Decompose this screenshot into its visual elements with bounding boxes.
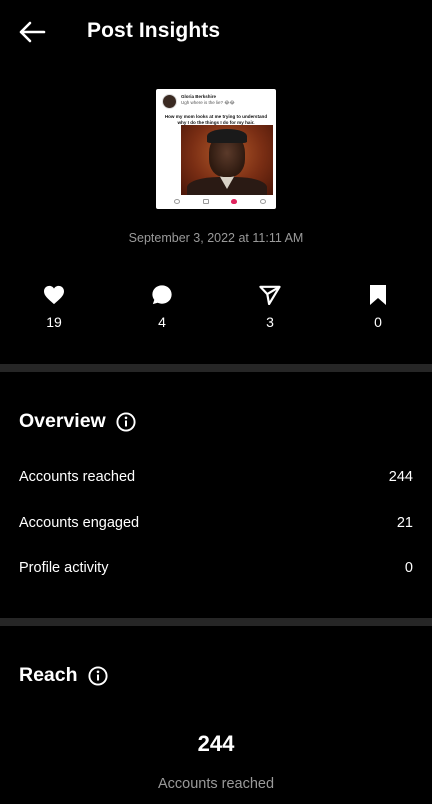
overview-row-accounts-reached[interactable]: Accounts reached 244: [19, 466, 413, 488]
info-icon[interactable]: [116, 411, 136, 432]
section-divider: [0, 364, 432, 372]
post-insights-screen: Post Insights Gloria Berkshire Ugh where…: [0, 0, 432, 804]
avatar: [162, 94, 177, 109]
like-icon: [231, 198, 238, 204]
tweet-subtext: Ugh where is the lie? 😂😂: [181, 100, 235, 105]
arrow-left-icon: [19, 21, 46, 43]
row-value: 21: [396, 515, 413, 531]
tweet-header: Gloria Berkshire Ugh where is the lie? 😂…: [160, 92, 273, 110]
overview-section-title: Overview: [19, 410, 136, 433]
tweet-photo: [181, 125, 273, 195]
reach-label: Accounts reached: [157, 776, 275, 792]
tweet-author-name: Gloria Berkshire: [181, 94, 217, 99]
reach-value: 244: [197, 731, 235, 756]
post-thumbnail[interactable]: Gloria Berkshire Ugh where is the lie? 😂…: [156, 89, 276, 209]
bookmark-icon: [370, 285, 386, 305]
row-label: Accounts reached: [19, 469, 136, 485]
stat-shares: 3: [240, 282, 300, 330]
tweet-actions: [174, 197, 266, 205]
row-label: Profile activity: [19, 560, 109, 576]
reach-section-title: Reach: [19, 664, 108, 687]
comments-count: 4: [158, 314, 166, 330]
back-button[interactable]: [14, 16, 50, 48]
page-title: Post Insights: [87, 19, 221, 42]
comment-icon: [152, 285, 172, 305]
top-bar: Post Insights: [0, 0, 432, 64]
stat-saves: 0: [348, 282, 408, 330]
overview-title: Overview: [19, 410, 106, 432]
likes-count: 19: [46, 314, 62, 330]
row-label: Accounts engaged: [19, 515, 140, 531]
overview-row-profile-activity[interactable]: Profile activity 0: [19, 557, 413, 579]
heart-icon: [44, 285, 64, 305]
saves-count: 0: [374, 314, 382, 330]
overview-row-accounts-engaged[interactable]: Accounts engaged 21: [19, 512, 413, 534]
share-icon: [259, 198, 266, 204]
reach-title: Reach: [19, 664, 78, 686]
post-date: September 3, 2022 at 11:11 AM: [128, 231, 304, 245]
post-stats: 19 4 3 0: [0, 282, 432, 332]
share-icon: [259, 285, 281, 305]
info-icon[interactable]: [87, 665, 108, 686]
reply-icon: [174, 198, 180, 204]
stat-likes: 19: [24, 282, 84, 330]
stat-comments: 4: [132, 282, 192, 330]
section-divider: [0, 618, 432, 626]
row-value: 0: [404, 560, 413, 576]
retweet-icon: [202, 198, 209, 204]
shares-count: 3: [266, 314, 274, 330]
row-value: 244: [388, 469, 413, 485]
